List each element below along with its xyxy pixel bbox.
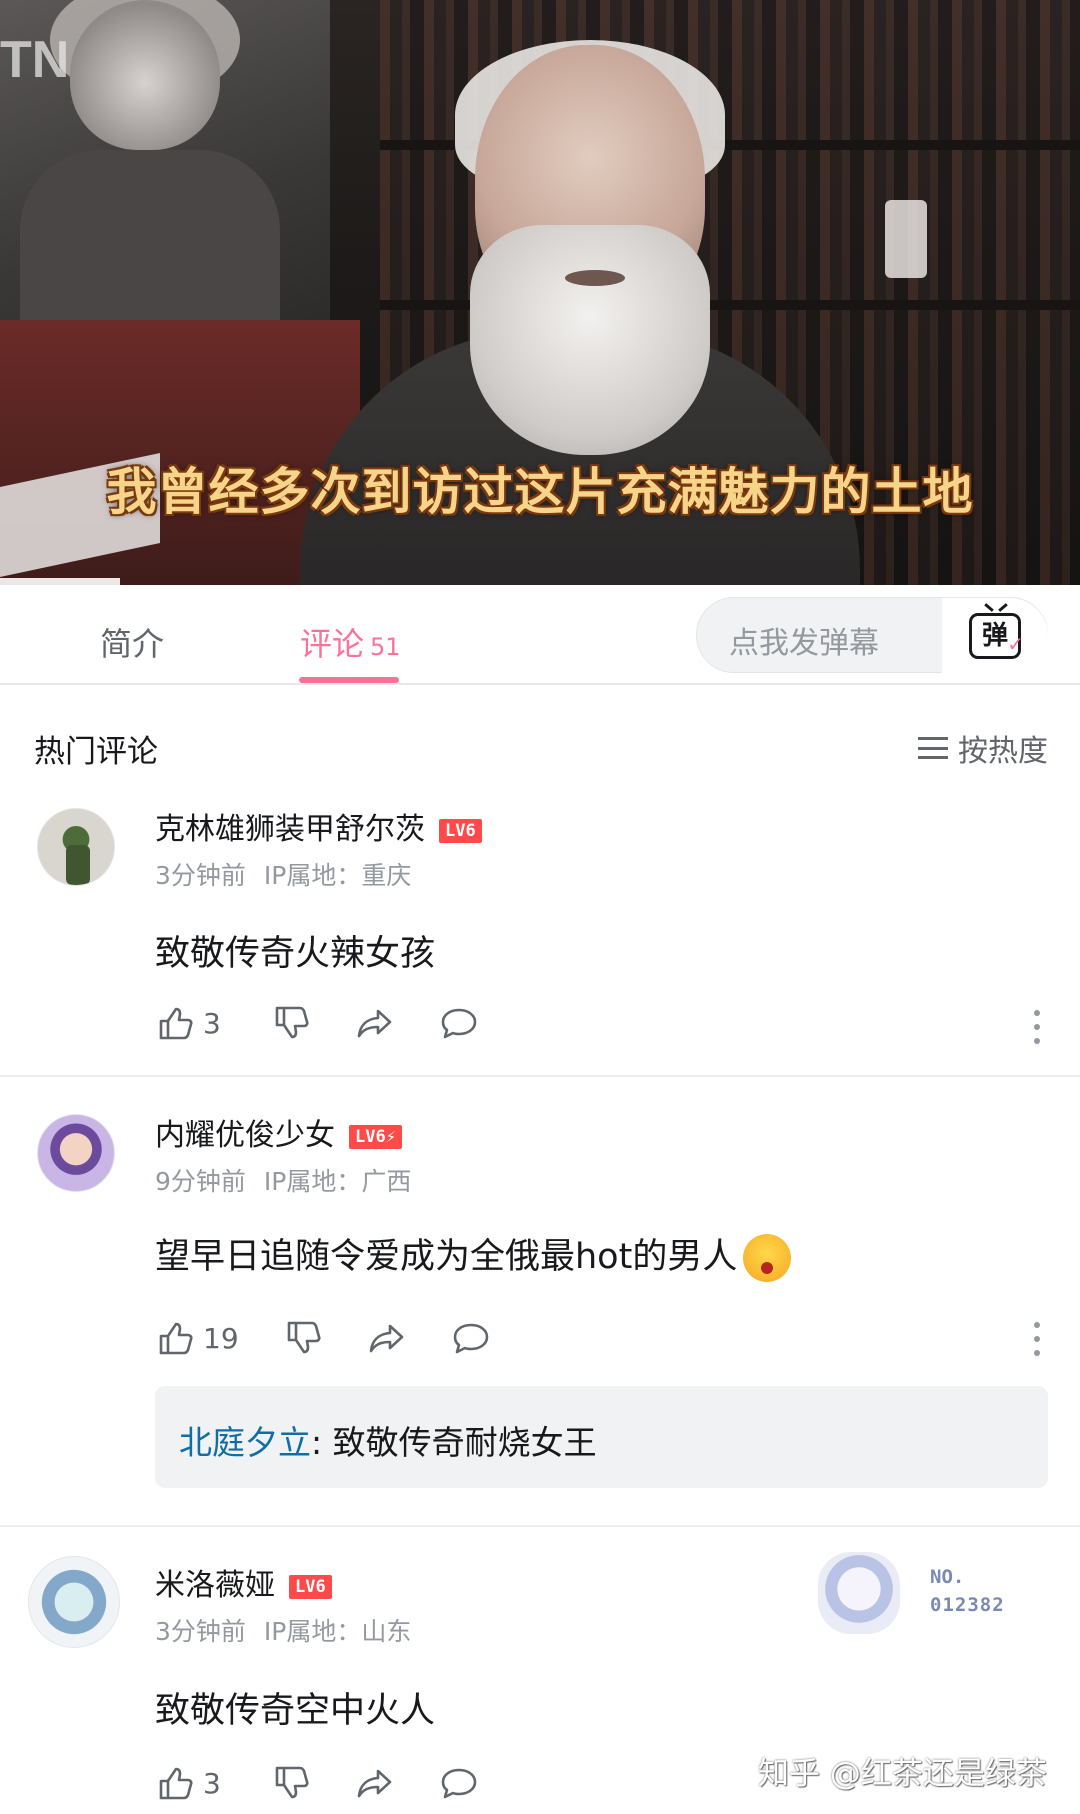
avatar[interactable] [28,1556,120,1648]
level-badge: LV6⚡ [349,1124,402,1149]
avatar[interactable] [37,1114,115,1192]
comment-meta: 9分钟前 IP属地：广西 [155,1162,411,1198]
monitor-logo-text: TN [0,31,70,89]
fan-badge-label: NO. [930,1566,965,1588]
avatar[interactable] [37,808,115,886]
comment-ip: IP属地：广西 [263,1167,412,1196]
like-button[interactable]: 3 [155,1003,221,1043]
like-button[interactable]: 3 [155,1763,221,1803]
video-player[interactable]: TN 我曾经多次到访过这片充满魅力的土地 [0,0,1080,585]
like-count: 19 [203,1321,239,1355]
comment-actions: 19 [155,1318,491,1358]
comment-text: 致敬传奇火辣女孩 [155,934,436,974]
like-count: 3 [203,1766,221,1800]
fan-badge-avatar [818,1552,900,1634]
comment-divider [0,1075,1080,1077]
danmaku-toggle-button[interactable]: 弹 ✓ [942,598,1048,674]
comment-time: 3分钟前 [155,861,246,890]
comment-text: 致敬传奇空中火人 [155,1691,436,1731]
reply-author[interactable]: 北庭夕立 [179,1423,311,1462]
author-name: 克林雄狮装甲舒尔茨 [155,812,425,847]
reply-icon[interactable] [451,1318,491,1358]
reply-icon[interactable] [439,1003,479,1043]
tab-comments[interactable]: 评论 51 [300,619,401,665]
tab-comments-label: 评论 [300,625,365,663]
surprised-emoji-icon [743,1234,792,1282]
sort-label: 按热度 [958,734,1048,769]
speaker-mouth [565,270,625,286]
comment-meta: 3分钟前 IP属地：重庆 [155,856,411,892]
thumbs-up-icon [159,1767,193,1800]
danmaku-bar: 点我发弹幕 弹 ✓ [696,597,1048,674]
more-options-icon[interactable] [1034,1322,1040,1356]
tab-comments-count: 51 [370,633,401,661]
active-tab-indicator [299,677,399,683]
reply-text: 北庭夕立: 致敬传奇耐烧女王 [179,1416,597,1464]
comment-time: 9分钟前 [155,1167,246,1196]
wall-lamp [885,200,927,278]
video-subtitle: 我曾经多次到访过这片充满魅力的土地 [106,463,974,521]
comment-actions: 3 [155,1763,479,1803]
check-icon: ✓ [1007,632,1024,656]
comment-text-content: 望早日追随令爱成为全俄最hot的男人 [155,1237,738,1277]
tab-intro[interactable]: 简介 [100,619,164,665]
comment-ip: IP属地：山东 [263,1617,412,1646]
comment-text: 望早日追随令爱成为全俄最hot的男人 [155,1228,792,1282]
author-name: 内耀优俊少女 [155,1118,335,1153]
share-icon[interactable] [367,1318,407,1358]
thumbs-down-icon[interactable] [283,1318,323,1358]
share-icon[interactable] [355,1763,395,1803]
watermark: 知乎 @红茶还是绿茶 [758,1756,1047,1792]
thumbs-down-icon[interactable] [271,1763,311,1803]
comment-divider [0,1525,1080,1527]
monitor-person-face [70,0,220,150]
danmaku-icon-glyph: 弹 [981,621,1008,651]
comment-actions: 3 [155,1003,479,1043]
reply-icon[interactable] [439,1763,479,1803]
comment-author[interactable]: 内耀优俊少女 LV6⚡ [155,1110,402,1154]
comment-author[interactable]: 克林雄狮装甲舒尔茨 LV6 [155,804,482,848]
danmaku-input[interactable]: 点我发弹幕 [729,618,879,662]
thumbs-up-icon [159,1322,193,1355]
hot-comments-header: 热门评论 按热度 [0,690,1080,790]
fan-badge-number: 012382 [930,1594,1005,1616]
author-name: 米洛薇娅 [155,1568,275,1603]
level-badge: LV6 [439,818,482,843]
more-options-icon[interactable] [1034,1010,1040,1044]
sort-button[interactable]: 按热度 [918,726,1048,770]
video-progress-bar[interactable] [0,578,120,585]
share-icon[interactable] [355,1003,395,1043]
comment-time: 3分钟前 [155,1617,246,1646]
comment-author[interactable]: 米洛薇娅 LV6 [155,1560,332,1604]
level-badge: LV6 [289,1574,332,1599]
background-monitor: TN [0,0,330,350]
reply-preview[interactable]: 北庭夕立: 致敬传奇耐烧女王 [155,1386,1048,1488]
like-button[interactable]: 19 [155,1318,239,1358]
danmaku-icon: 弹 ✓ [969,613,1024,659]
reply-content: : 致敬传奇耐烧女王 [311,1423,597,1462]
tab-bar: 简介 评论 51 点我发弹幕 弹 ✓ [0,585,1080,685]
thumbs-down-icon[interactable] [271,1003,311,1043]
fan-badge[interactable]: NO. 012382 [818,1552,1018,1634]
like-count: 3 [203,1006,221,1040]
menu-icon [918,737,948,759]
comment-meta: 3分钟前 IP属地：山东 [155,1612,411,1648]
speaker-beard [470,225,710,455]
thumbs-up-icon [159,1007,193,1040]
comment-ip: IP属地：重庆 [263,861,412,890]
section-title: 热门评论 [34,734,158,770]
